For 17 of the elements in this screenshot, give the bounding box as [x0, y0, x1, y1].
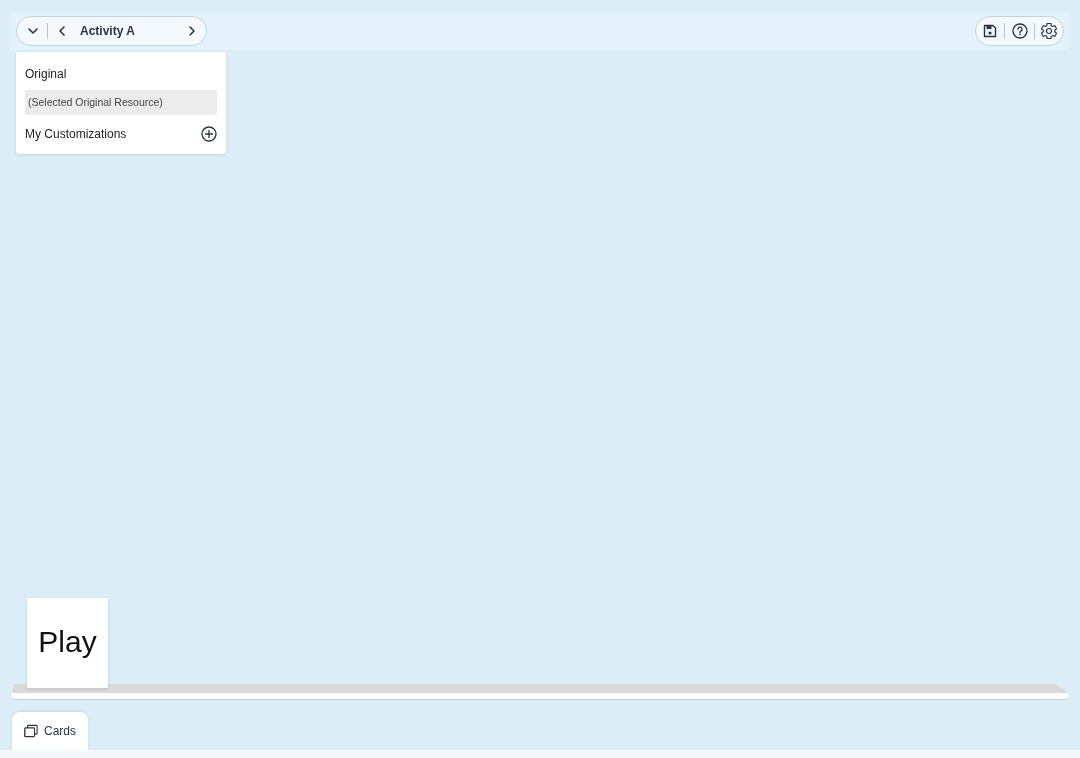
- add-button[interactable]: [200, 124, 217, 144]
- help-icon: [1011, 23, 1028, 39]
- chevron-left-icon: [59, 26, 65, 36]
- settings-button[interactable]: [1041, 21, 1057, 41]
- chevron-right-icon: [189, 26, 195, 36]
- help-button[interactable]: [1011, 21, 1028, 41]
- activity-title: Activity A: [80, 24, 135, 38]
- resource-item[interactable]: (Selected Original Resource): [25, 90, 217, 115]
- settings-icon: [1041, 23, 1057, 39]
- menu-heading: My Customizations: [25, 127, 127, 141]
- chevron-down-icon: [28, 28, 38, 34]
- save-icon: [983, 24, 997, 38]
- cards-tab[interactable]: Cards: [12, 712, 88, 750]
- activity-card[interactable]: Play: [27, 598, 108, 688]
- add-icon: [200, 126, 217, 142]
- menu-heading: Original: [25, 66, 68, 82]
- cards-icon: [24, 724, 38, 738]
